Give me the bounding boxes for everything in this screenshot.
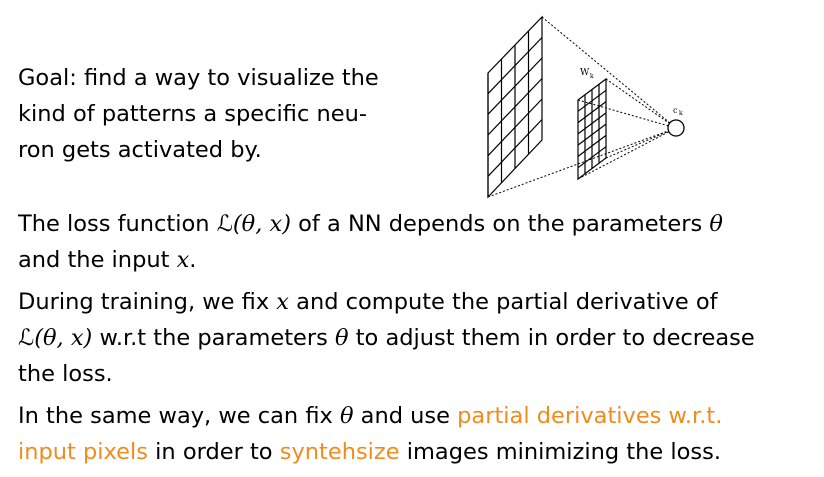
p3-line-2: input pixels in order to syntehsize imag… xyxy=(18,434,818,470)
goal-text: Goal: find a way to visualize the kind o… xyxy=(18,60,408,168)
p3-text-4: images minimizing the loss. xyxy=(399,439,721,465)
p2-line-2: ℒ(θ, x) w.r.t the parameters θ to adjust… xyxy=(18,320,818,356)
p1-text-2: of a NN depends on the parameters xyxy=(291,211,710,237)
filter-label-sub: k xyxy=(590,73,594,80)
highlight-synthesize: syntehsize xyxy=(279,439,400,465)
p1-text-4: . xyxy=(189,247,197,273)
loss-args: (θ, x) xyxy=(232,211,292,237)
p3-line-1: In the same way, we can fix θ and use pa… xyxy=(18,398,818,434)
x-symbol: x xyxy=(176,247,190,273)
filter-grid xyxy=(577,77,607,181)
neuron-label: c k xyxy=(673,106,683,117)
p3-text-1: In the same way, we can fix xyxy=(18,403,340,429)
receptive-field-diagram: W k c k xyxy=(487,15,685,199)
paragraph-synthesis: In the same way, we can fix θ and use pa… xyxy=(18,398,818,470)
neuron-label-c: c xyxy=(673,106,678,115)
theta-symbol: θ xyxy=(339,403,354,429)
theta-symbol: θ xyxy=(335,325,349,351)
p3-text-2: and use xyxy=(353,403,458,429)
highlight-input-pixels: input pixels xyxy=(18,439,149,465)
highlight-partial-derivatives: partial derivatives w.r.t. xyxy=(457,403,723,429)
p3-text-3: in order to xyxy=(148,439,280,465)
p1-text-3: and the input xyxy=(18,247,177,273)
p1-text-1: The loss function xyxy=(18,211,217,237)
p2-text-2: and compute the partial derivative of xyxy=(289,289,718,315)
p2-line-3: the loss. xyxy=(18,361,113,387)
x-symbol: x xyxy=(276,289,289,315)
goal-line-1: Goal: find a way to visualize the xyxy=(18,65,379,91)
neuron-circle xyxy=(667,119,685,137)
p2-text-1: During training, we fix xyxy=(18,289,277,315)
p2-text-4: to adjust them in order to decrease xyxy=(348,325,755,351)
neuron-label-sub: k xyxy=(679,110,683,117)
filter-label-w: W xyxy=(580,68,590,78)
p2-line-1: During training, we fix x and compute th… xyxy=(18,284,818,320)
input-image-grid xyxy=(487,15,543,199)
paragraph-loss-function: The loss function ℒ(θ, x) of a NN depend… xyxy=(18,206,818,278)
filter-label: W k xyxy=(580,68,594,80)
p1-line-2: and the input x. xyxy=(18,242,818,278)
p2-text-3: w.r.t the parameters xyxy=(92,325,336,351)
p1-line-1: The loss function ℒ(θ, x) of a NN depend… xyxy=(18,206,818,242)
loss-args: (θ, x) xyxy=(34,325,93,351)
paragraph-training: During training, we fix x and compute th… xyxy=(18,284,818,392)
goal-line-2: kind of patterns a specific neu- xyxy=(18,101,367,127)
goal-line-3: ron gets activated by. xyxy=(18,137,262,163)
loss-symbol: ℒ xyxy=(216,211,233,237)
loss-symbol: ℒ xyxy=(18,325,35,351)
theta-symbol: θ xyxy=(709,211,723,237)
